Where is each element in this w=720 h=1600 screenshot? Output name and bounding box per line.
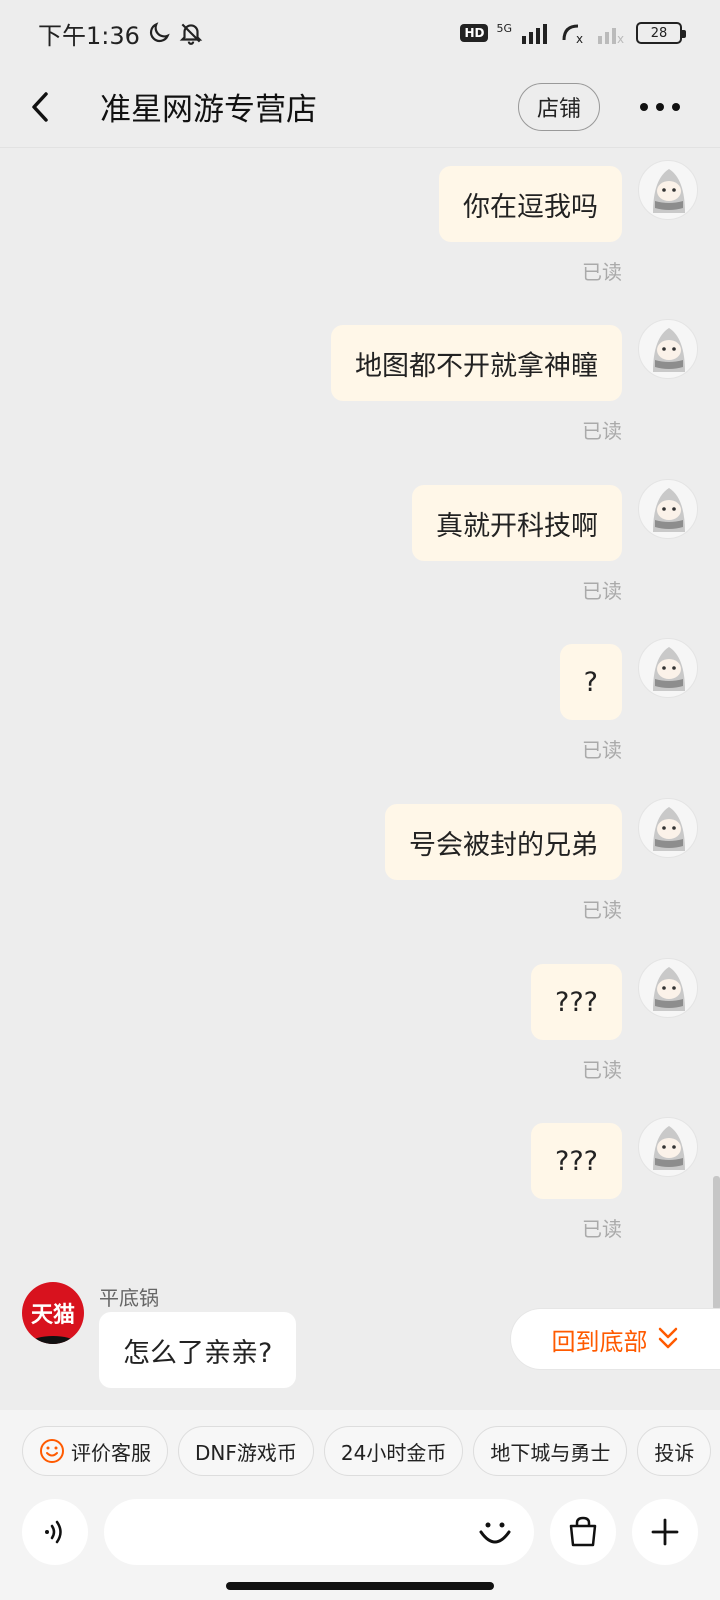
- back-button[interactable]: [0, 66, 80, 148]
- back-to-bottom-label: 回到底部: [551, 1327, 648, 1356]
- status-left: 下午1:36: [38, 16, 204, 51]
- message-input-wrapper: [104, 1499, 534, 1565]
- user-avatar[interactable]: [638, 958, 698, 1018]
- home-indicator[interactable]: [226, 1582, 494, 1590]
- chip-dnf-coins[interactable]: DNF游戏币: [178, 1426, 314, 1476]
- chip-24h-gold[interactable]: 24小时金币: [323, 1426, 464, 1476]
- sender-name: 平底锅: [99, 1286, 159, 1310]
- avatar-character-icon: [653, 169, 685, 213]
- read-status: 已读: [582, 579, 622, 603]
- hd-badge: HD: [460, 24, 489, 42]
- avatar-character-icon: [653, 328, 685, 372]
- avatar-character-icon: [653, 967, 685, 1011]
- emoji-button[interactable]: [472, 1509, 518, 1555]
- svg-text:x: x: [617, 32, 624, 44]
- read-status: 已读: [582, 1217, 622, 1241]
- status-bar: 下午1:36 HD 5G x x 28: [0, 0, 720, 66]
- signal-weak-icon: x: [598, 28, 624, 44]
- read-status: 已读: [582, 738, 622, 762]
- user-avatar[interactable]: [638, 798, 698, 858]
- user-avatar[interactable]: [638, 160, 698, 220]
- more-dot-icon: [672, 102, 680, 111]
- more-dot-icon: [640, 102, 648, 111]
- product-button[interactable]: [550, 1499, 616, 1565]
- bell-muted-icon: [179, 23, 203, 45]
- battery-icon: 28: [636, 22, 686, 44]
- cat-silhouette-icon: [32, 1336, 74, 1344]
- message-bubble[interactable]: 地图都不开就拿神瞳: [331, 325, 622, 401]
- read-status: 已读: [582, 898, 622, 922]
- chat-message-list[interactable]: 你在逗我吗 已读 地图都不开就拿神瞳 已读 真就开科技啊 已读 ? 已读 号会被…: [0, 148, 720, 1410]
- message-bubble[interactable]: 真就开科技啊: [412, 485, 622, 561]
- avatar-character-icon: [653, 1126, 685, 1170]
- chip-complaint[interactable]: 投诉: [637, 1426, 712, 1476]
- user-avatar[interactable]: [638, 638, 698, 698]
- back-to-bottom-button[interactable]: 回到底部: [510, 1308, 720, 1370]
- chip-rate-service[interactable]: 评价客服: [22, 1426, 168, 1476]
- chip-label: 24小时金币: [340, 1440, 447, 1465]
- tmall-logo-text: 天猫: [30, 1303, 75, 1328]
- smiley-icon: [40, 1439, 64, 1463]
- avatar-character-icon: [653, 807, 685, 851]
- avatar-character-icon: [653, 488, 685, 532]
- smile-icon: [479, 1522, 511, 1544]
- message-bubble[interactable]: 你在逗我吗: [439, 166, 622, 242]
- shop-button[interactable]: 店铺: [517, 82, 600, 131]
- user-avatar[interactable]: [638, 319, 698, 379]
- chip-label: DNF游戏币: [195, 1440, 297, 1465]
- status-time: 下午1:36: [38, 21, 140, 50]
- voice-icon: [45, 1520, 62, 1544]
- chip-label: 地下城与勇士: [490, 1440, 611, 1465]
- chip-label: 投诉: [654, 1440, 695, 1465]
- page-title: 准星网游专营店: [100, 92, 317, 128]
- chip-label: 评价客服: [71, 1440, 151, 1465]
- user-avatar[interactable]: [638, 479, 698, 539]
- add-more-button[interactable]: [632, 1499, 698, 1565]
- message-bubble[interactable]: 号会被封的兄弟: [385, 804, 622, 880]
- signal-icon: [522, 24, 547, 44]
- double-chevron-down-icon: [658, 1327, 677, 1349]
- chat-header: 准星网游专营店 店铺: [0, 66, 720, 148]
- moon-icon: [149, 22, 170, 43]
- read-status: 已读: [582, 419, 622, 443]
- svg-text:x: x: [576, 32, 583, 44]
- chevron-left-icon: [32, 91, 48, 122]
- user-avatar[interactable]: [638, 1117, 698, 1177]
- scrollbar-thumb[interactable]: [713, 1176, 720, 1310]
- read-status: 已读: [582, 1058, 622, 1082]
- avatar-character-icon: [653, 647, 685, 691]
- quick-reply-bar: 评价客服 DNF游戏币 24小时金币 地下城与勇士 投诉: [0, 1410, 720, 1492]
- plus-icon: [651, 1518, 679, 1546]
- input-bar: [0, 1492, 720, 1572]
- voice-button[interactable]: [22, 1499, 88, 1565]
- message-bubble[interactable]: ???: [531, 1123, 622, 1199]
- message-input[interactable]: [104, 1499, 534, 1565]
- network-type: 5G: [496, 22, 512, 35]
- more-options-button[interactable]: [630, 102, 690, 111]
- wifi-call-icon: x: [562, 24, 583, 44]
- message-bubble[interactable]: ?: [559, 644, 622, 720]
- status-right: HD 5G x x 28: [460, 22, 686, 44]
- chip-dungeon-fighter[interactable]: 地下城与勇士: [473, 1426, 628, 1476]
- shopping-bag-icon: [569, 1516, 597, 1547]
- message-bubble[interactable]: ???: [531, 964, 622, 1040]
- message-bubble[interactable]: 怎么了亲亲?: [99, 1312, 297, 1388]
- shop-avatar[interactable]: 天猫: [22, 1282, 84, 1344]
- more-dot-icon: [656, 102, 664, 111]
- read-status: 已读: [582, 260, 622, 284]
